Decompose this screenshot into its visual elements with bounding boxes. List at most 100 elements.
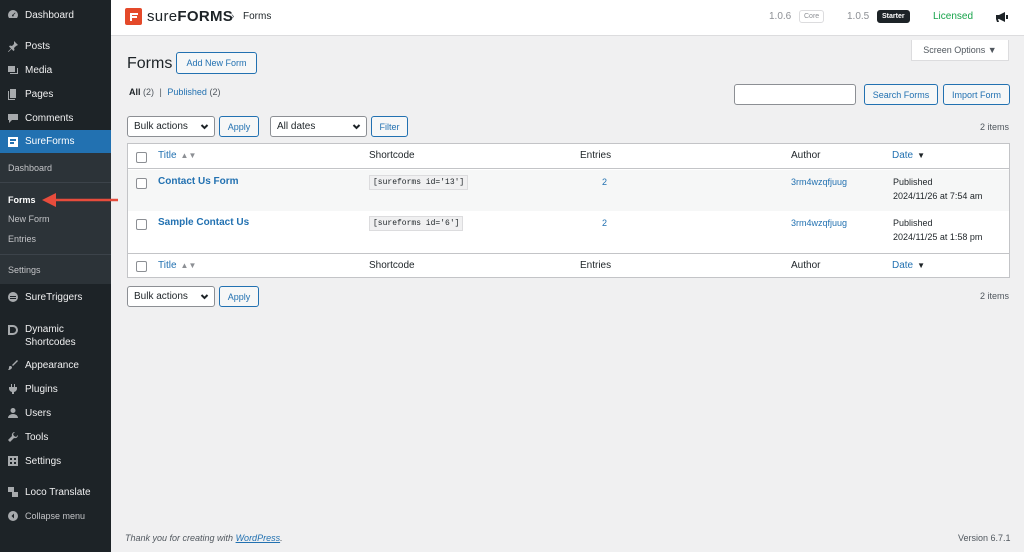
column-title-footer[interactable]: Title ▲▼ <box>158 260 196 271</box>
sureforms-logo-text: sureFORMS <box>147 8 234 25</box>
table-header-row: Title ▲▼ Shortcode Entries Author Date ▼ <box>128 144 1009 169</box>
license-status[interactable]: Licensed <box>933 11 973 22</box>
red-arrow-annotation <box>42 193 118 207</box>
collapse-icon <box>6 510 19 523</box>
submenu-entries[interactable]: Entries <box>8 234 36 244</box>
apply-button-bottom[interactable]: Apply <box>219 286 259 307</box>
shortcode-value[interactable]: [sureforms id='13'] <box>369 175 469 190</box>
megaphone-icon[interactable] <box>995 10 1009 24</box>
sureforms-icon <box>6 135 19 148</box>
comment-icon <box>6 112 19 125</box>
suretriggers-icon <box>6 291 19 304</box>
form-title-link[interactable]: Sample Contact Us <box>158 217 249 228</box>
column-author-footer: Author <box>791 260 821 271</box>
sidebar-item-label: SureForms <box>25 136 75 147</box>
sidebar-item-loco-translate[interactable]: Loco Translate <box>0 481 111 503</box>
add-new-form-button[interactable]: Add New Form <box>176 52 257 74</box>
column-shortcode-header: Shortcode <box>369 150 415 161</box>
badge-core: Core <box>799 10 825 23</box>
user-icon <box>6 407 19 420</box>
date-filter-select[interactable]: All dates <box>270 116 367 137</box>
screen-options-button[interactable]: Screen Options ▼ <box>911 40 1009 61</box>
wordpress-link[interactable]: WordPress <box>236 533 281 543</box>
sidebar-item-label: Pages <box>25 88 54 100</box>
chevron-down-icon <box>200 122 209 131</box>
form-title-link[interactable]: Contact Us Form <box>158 176 239 187</box>
dynamic-shortcodes-icon <box>6 323 19 336</box>
author-link[interactable]: 3rm4wzqfjuug <box>791 216 847 230</box>
filter-button[interactable]: Filter <box>371 116 408 137</box>
sidebar-item-label: Comments <box>25 112 74 124</box>
search-input[interactable] <box>734 84 856 105</box>
sidebar-item-label: Posts <box>25 40 51 52</box>
sidebar-item-sureforms[interactable]: SureForms <box>0 130 111 153</box>
column-entries-footer: Entries <box>580 260 612 271</box>
media-icon <box>6 64 19 77</box>
select-all-checkbox[interactable] <box>136 152 147 163</box>
sidebar-collapse-menu[interactable]: Collapse menu <box>0 505 111 527</box>
entries-count-link[interactable]: 2 <box>602 216 607 230</box>
filter-published[interactable]: Published <box>167 87 207 97</box>
chevron-down-icon <box>352 122 361 131</box>
sidebar-item-posts[interactable]: Posts <box>0 35 111 57</box>
filter-separator: | <box>159 87 162 97</box>
post-status: Published <box>893 218 933 228</box>
dashboard-icon <box>6 9 19 22</box>
sidebar-item-appearance[interactable]: Appearance <box>0 354 111 376</box>
sidebar-item-users[interactable]: Users <box>0 402 111 424</box>
sidebar-item-pages[interactable]: Pages <box>0 83 111 105</box>
submenu-new-form[interactable]: New Form <box>8 214 50 224</box>
column-title-header[interactable]: Title ▲▼ <box>158 150 196 161</box>
submenu-forms[interactable]: Forms <box>8 195 36 205</box>
table-row: Contact Us Form [sureforms id='13'] 2 3r… <box>128 170 1009 211</box>
bulk-actions-select-top[interactable]: Bulk actions <box>127 116 215 137</box>
sidebar-item-label: Tools <box>25 431 49 443</box>
entries-count-link[interactable]: 2 <box>602 175 607 189</box>
wrench-icon <box>6 431 19 444</box>
apply-button-top[interactable]: Apply <box>219 116 259 137</box>
select-all-checkbox[interactable] <box>136 261 147 272</box>
table-footer-row: Title ▲▼ Shortcode Entries Author Date ▼ <box>128 253 1009 278</box>
shortcode-value[interactable]: [sureforms id='6'] <box>369 216 464 231</box>
sidebar-item-settings[interactable]: Settings <box>0 450 111 472</box>
sidebar-item-dynamic-shortcodes[interactable]: Dynamic Shortcodes <box>0 320 111 350</box>
post-status: Published <box>893 177 933 187</box>
post-date: 2024/11/25 at 1:58 pm <box>893 232 983 242</box>
sort-icon: ▲▼ <box>180 151 197 160</box>
table-row: Sample Contact Us [sureforms id='6'] 2 3… <box>128 211 1009 252</box>
version-core: 1.0.6 <box>769 11 792 22</box>
submenu-dashboard[interactable]: Dashboard <box>8 163 52 173</box>
bulk-actions-select-bottom[interactable]: Bulk actions <box>127 286 215 307</box>
bulk-actions-value: Bulk actions <box>134 121 188 132</box>
sidebar-item-media[interactable]: Media <box>0 59 111 81</box>
date-filter-value: All dates <box>277 121 316 132</box>
sidebar-item-comments[interactable]: Comments <box>0 107 111 129</box>
column-date-footer[interactable]: Date ▼ <box>892 260 925 271</box>
column-date-header[interactable]: Date ▼ <box>892 150 925 161</box>
row-checkbox[interactable] <box>136 178 147 189</box>
import-form-button[interactable]: Import Form <box>943 84 1010 105</box>
row-checkbox[interactable] <box>136 219 147 230</box>
submenu-divider <box>0 182 111 183</box>
breadcrumb-current: Forms <box>243 11 272 22</box>
search-forms-button[interactable]: Search Forms <box>864 84 938 105</box>
sidebar-item-label: Users <box>25 407 52 419</box>
filter-all[interactable]: All <box>129 87 141 97</box>
filter-all-count: (2) <box>143 87 155 97</box>
translate-icon <box>6 486 19 499</box>
column-author-header: Author <box>791 150 821 161</box>
sidebar-item-dashboard[interactable]: Dashboard <box>0 4 111 26</box>
sort-icon: ▲▼ <box>180 261 197 270</box>
submenu-settings[interactable]: Settings <box>8 265 41 275</box>
settings-icon <box>6 455 19 468</box>
sidebar-item-suretriggers[interactable]: SureTriggers <box>0 286 111 308</box>
footer-thanks: Thank you for creating with WordPress. <box>125 533 283 543</box>
version-starter: 1.0.5 <box>847 11 870 22</box>
post-date: 2024/11/26 at 7:54 am <box>893 191 983 201</box>
filter-published-count: (2) <box>209 87 221 97</box>
sidebar-item-label: Loco Translate <box>25 486 91 498</box>
sidebar-item-tools[interactable]: Tools <box>0 426 111 448</box>
sidebar-item-plugins[interactable]: Plugins <box>0 378 111 400</box>
pages-icon <box>6 88 19 101</box>
author-link[interactable]: 3rm4wzqfjuug <box>791 175 847 189</box>
